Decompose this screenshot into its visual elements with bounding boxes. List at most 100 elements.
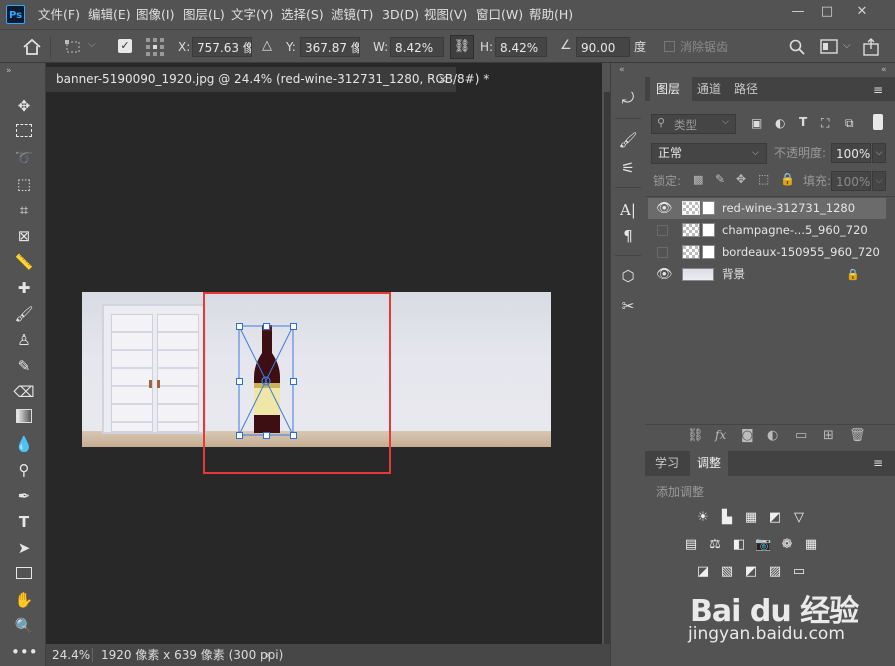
document-tab[interactable]: banner-5190090_1920.jpg @ 24.4% (red-win… bbox=[46, 67, 489, 92]
lock-position-icon[interactable]: ✥ bbox=[736, 172, 746, 186]
panel-menu-icon[interactable]: ≡ bbox=[873, 456, 883, 470]
filter-shape-icon[interactable]: ⛶ bbox=[821, 116, 829, 131]
frame-tool-icon[interactable]: ⊠ bbox=[11, 225, 37, 247]
selective-color-icon[interactable]: ▨ bbox=[767, 564, 783, 580]
close-window-button[interactable]: ✕ bbox=[850, 2, 874, 22]
brush-tool-icon[interactable]: 🖌 bbox=[11, 303, 37, 325]
eraser-tool-icon[interactable]: ⌫ bbox=[11, 381, 37, 403]
transform-handle-bottom-left[interactable] bbox=[236, 432, 243, 439]
brightness-icon[interactable]: ☀ bbox=[695, 510, 711, 526]
curves-icon[interactable]: ▦ bbox=[743, 510, 759, 526]
paragraph-panel-icon[interactable]: ¶ bbox=[617, 225, 639, 247]
chevron-down-icon[interactable]: ⌵ bbox=[872, 143, 886, 163]
transform-mode-icon[interactable] bbox=[64, 39, 84, 55]
delta-icon[interactable]: △ bbox=[262, 36, 272, 56]
status-menu-arrow-icon[interactable]: › bbox=[265, 644, 270, 666]
photo-filter-icon[interactable]: 📷 bbox=[755, 537, 771, 553]
blend-mode-select[interactable]: 正常 ⌵ bbox=[651, 143, 767, 164]
threshold-icon[interactable]: ◩ bbox=[743, 564, 759, 580]
filter-pixel-icon[interactable]: ▣ bbox=[751, 116, 762, 130]
gradient-map-icon[interactable]: ▭ bbox=[791, 564, 807, 580]
more-tools-icon[interactable]: ••• bbox=[11, 641, 38, 663]
character-panel-icon[interactable]: A| bbox=[617, 199, 639, 221]
chevron-down-icon[interactable]: ⌵ bbox=[872, 171, 886, 191]
zoom-tool-icon[interactable]: 🔍 bbox=[11, 615, 37, 637]
close-tab-icon[interactable]: × bbox=[438, 67, 448, 92]
menu-select[interactable]: 选择(S) bbox=[281, 0, 324, 29]
filter-toggle[interactable] bbox=[873, 114, 883, 130]
exposure-icon[interactable]: ◩ bbox=[767, 510, 783, 526]
invert-icon[interactable]: ◪ bbox=[695, 564, 711, 580]
transform-handle-right[interactable] bbox=[290, 378, 297, 385]
rotation-field[interactable]: 90.00 bbox=[576, 37, 630, 57]
transform-handle-top-left[interactable] bbox=[236, 323, 243, 330]
new-layer-icon[interactable]: ⊞ bbox=[823, 428, 834, 443]
antialias-checkbox[interactable] bbox=[664, 41, 675, 52]
collapse-arrows-icon[interactable]: « bbox=[619, 65, 625, 75]
tool-presets-icon[interactable]: ✂ bbox=[617, 295, 639, 317]
layer-row-champagne[interactable]: champagne-...5_960_720 bbox=[648, 220, 886, 241]
tab-channels[interactable]: 通道 bbox=[695, 77, 721, 101]
blur-tool-icon[interactable]: 💧 bbox=[11, 433, 37, 455]
height-field[interactable]: 8.42% bbox=[495, 37, 547, 57]
x-position-field[interactable]: 757.63 像素 bbox=[192, 37, 252, 57]
channel-mixer-icon[interactable]: ❁ bbox=[779, 537, 795, 553]
menu-3d[interactable]: 3D(D) bbox=[382, 0, 419, 29]
fx-icon[interactable]: fx bbox=[715, 428, 726, 442]
brush-settings-icon[interactable]: 🖌 bbox=[617, 129, 639, 151]
transform-handle-bottom-right[interactable] bbox=[290, 432, 297, 439]
dodge-tool-icon[interactable]: ⚲ bbox=[11, 459, 37, 481]
search-icon[interactable] bbox=[789, 39, 805, 55]
collapse-arrows-icon[interactable]: « bbox=[881, 65, 887, 75]
minimize-button[interactable]: — bbox=[786, 2, 810, 22]
eye-icon[interactable]: 👁 bbox=[656, 264, 673, 285]
tab-layers[interactable]: 图层 bbox=[650, 77, 692, 101]
adjustment-layer-icon[interactable]: ◐ bbox=[767, 428, 778, 443]
zoom-level[interactable]: 24.4% bbox=[52, 644, 90, 666]
menu-image[interactable]: 图像(I) bbox=[136, 0, 174, 29]
lasso-tool-icon[interactable]: ➰ bbox=[11, 147, 37, 169]
type-tool-icon[interactable]: T bbox=[11, 511, 37, 533]
history-panel-icon[interactable]: ⤾ bbox=[617, 87, 639, 109]
workspace-icon[interactable] bbox=[820, 39, 838, 55]
color-lookup-icon[interactable]: ▦ bbox=[803, 537, 819, 553]
move-tool-icon[interactable]: ✥ bbox=[11, 95, 37, 117]
filter-adjustment-icon[interactable]: ◐ bbox=[775, 116, 785, 130]
tab-adjustments[interactable]: 调整 bbox=[690, 451, 729, 476]
menu-help[interactable]: 帮助(H) bbox=[529, 0, 573, 29]
menu-window[interactable]: 窗口(W) bbox=[476, 0, 523, 29]
opacity-field[interactable]: 100% bbox=[831, 143, 871, 163]
reference-point-grid-icon[interactable] bbox=[145, 37, 165, 57]
lock-all-icon[interactable]: 🔒 bbox=[780, 172, 795, 186]
tab-paths[interactable]: 路径 bbox=[734, 77, 758, 101]
posterize-icon[interactable]: ▧ bbox=[719, 564, 735, 580]
layer-row-red-wine[interactable]: 👁 red-wine-312731_1280 bbox=[648, 198, 886, 219]
hand-tool-icon[interactable]: ✋ bbox=[11, 589, 37, 611]
layer-row-bordeaux[interactable]: bordeaux-150955_960_720 bbox=[648, 242, 886, 263]
group-folder-icon[interactable]: ▭ bbox=[795, 428, 807, 443]
chevron-down-icon[interactable]: ⌵ bbox=[843, 40, 851, 51]
tab-learn[interactable]: 学习 bbox=[651, 451, 683, 476]
filter-type-icon[interactable]: T bbox=[799, 115, 807, 129]
levels-icon[interactable]: ▙ bbox=[719, 510, 735, 526]
home-icon[interactable] bbox=[22, 38, 42, 56]
transform-handle-bottom[interactable] bbox=[263, 432, 270, 439]
lock-transparent-icon[interactable]: ▩ bbox=[693, 173, 703, 186]
black-white-icon[interactable]: ◧ bbox=[731, 537, 747, 553]
fill-field[interactable]: 100% bbox=[831, 171, 871, 191]
lock-artboard-icon[interactable]: ⬚ bbox=[758, 172, 769, 186]
crop-tool-icon[interactable]: ⌗ bbox=[11, 199, 37, 221]
menu-filter[interactable]: 滤镜(T) bbox=[331, 0, 373, 29]
reference-point-checkbox[interactable]: ✓ bbox=[118, 39, 132, 53]
history-brush-icon[interactable]: ✎ bbox=[11, 355, 37, 377]
visibility-toggle[interactable] bbox=[657, 225, 668, 236]
transform-handle-top[interactable] bbox=[263, 323, 270, 330]
rectangle-tool-icon[interactable] bbox=[11, 563, 37, 585]
brush-presets-icon[interactable]: ⚟ bbox=[617, 157, 639, 179]
transform-handle-top-right[interactable] bbox=[290, 323, 297, 330]
vibrance-icon[interactable]: ▽ bbox=[791, 510, 807, 526]
menu-layer[interactable]: 图层(L) bbox=[183, 0, 225, 29]
path-select-tool-icon[interactable]: ➤ bbox=[11, 537, 37, 559]
menu-type[interactable]: 文字(Y) bbox=[231, 0, 273, 29]
add-mask-icon[interactable]: ◙ bbox=[741, 428, 754, 443]
